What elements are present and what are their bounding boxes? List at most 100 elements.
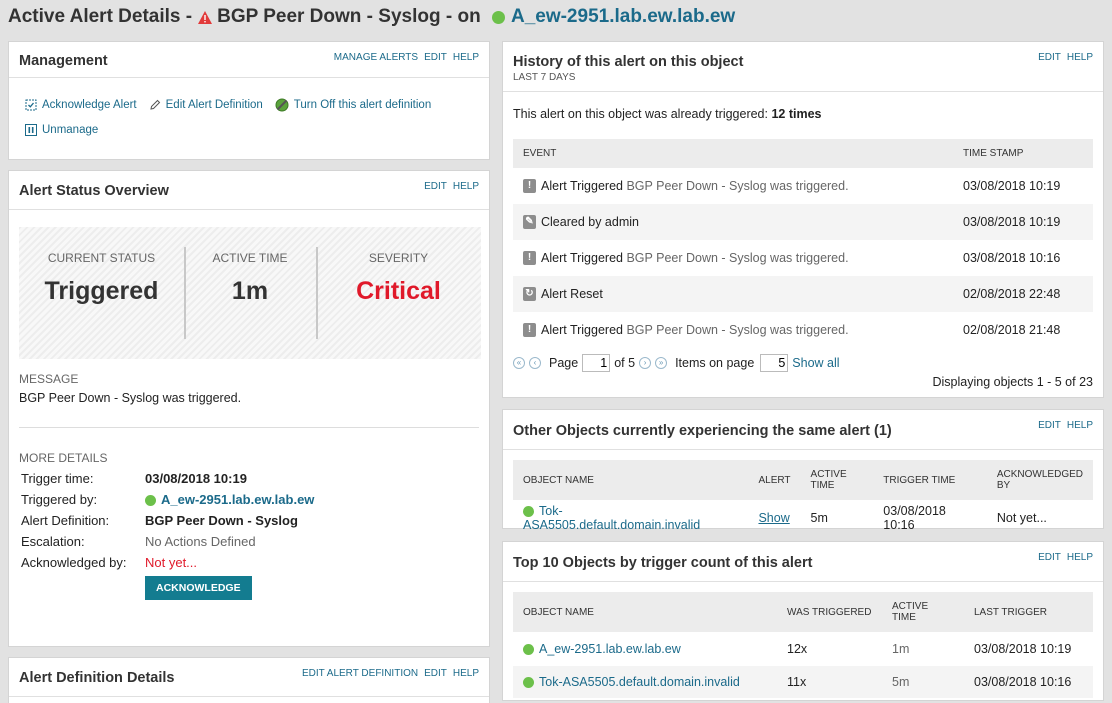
more-details-section: MORE DETAILS Trigger time: 03/08/2018 10:… (19, 451, 314, 603)
history-panel: History of this alert on this object LAS… (502, 41, 1104, 398)
message-section: MESSAGE BGP Peer Down - Syslog was trigg… (19, 372, 242, 405)
warning-icon (198, 10, 213, 24)
pencil-icon (149, 99, 160, 110)
acknowledge-alert-link[interactable]: Acknowledge Alert (25, 99, 137, 111)
top10-panel: Top 10 Objects by trigger count of this … (502, 541, 1104, 701)
edit-alert-definition-link[interactable]: Edit Alert Definition (149, 99, 263, 111)
alert-status-actions: EDIT HELP (418, 181, 479, 192)
history-summary: This alert on this object was already tr… (513, 107, 822, 121)
current-status: CURRENT STATUS Triggered (19, 227, 184, 359)
top10-header: Top 10 Objects by trigger count of this … (503, 542, 1103, 582)
top10-help-link[interactable]: HELP (1067, 552, 1093, 563)
triggered-by-link[interactable]: A_ew-2951.lab.ew.lab.ew (161, 492, 314, 507)
alert-definition-details-panel: Alert Definition Details EDIT ALERT DEFI… (8, 657, 490, 703)
page-title-node-link[interactable]: A_ew-2951.lab.ew.lab.ew (511, 6, 735, 28)
other-objects-help-link[interactable]: HELP (1067, 420, 1093, 431)
status-up-icon (145, 495, 156, 507)
status-up-icon (523, 644, 534, 656)
alert-status-title: Alert Status Overview (19, 183, 169, 199)
alert-triggered-icon: ! (523, 251, 536, 266)
last-page-icon[interactable]: » (655, 357, 668, 369)
alert-definition-details-header: Alert Definition Details EDIT ALERT DEFI… (9, 658, 489, 697)
management-panel: Management MANAGE ALERTS EDIT HELP Acknowl… (8, 41, 490, 160)
object-link[interactable]: Tok-ASA5505.default.domain.invalid (523, 504, 700, 532)
table-row: ↻ Alert Reset 02/08/2018 22:48 (513, 276, 1093, 312)
next-page-icon[interactable]: › (639, 357, 652, 369)
alert-definition-value: BGP Peer Down - Syslog (145, 513, 298, 528)
object-link[interactable]: Tok-ASA5505.default.domain.invalid (539, 675, 740, 689)
top10-table: OBJECT NAME WAS TRIGGERED ACTIVE TIME LA… (513, 592, 1093, 698)
definition-edit-link[interactable]: EDIT (424, 668, 447, 679)
page-title-alert-name: BGP Peer Down - Syslog (217, 6, 441, 27)
alert-status-header: Alert Status Overview EDIT HELP (9, 171, 489, 210)
status-up-icon (523, 677, 534, 689)
management-edit-link[interactable]: EDIT (424, 52, 447, 63)
items-per-page-input[interactable] (760, 354, 789, 372)
history-subtitle: LAST 7 DAYS (513, 72, 576, 83)
divider (19, 427, 479, 428)
table-row: Tok-ASA5505.default.domain.invalid 11x 5… (513, 666, 1093, 698)
acknowledge-icon (25, 99, 37, 111)
alert-triggered-icon: ! (523, 323, 536, 338)
top10-title: Top 10 Objects by trigger count of this … (513, 555, 813, 571)
unmanage-link[interactable]: Unmanage (25, 124, 98, 136)
object-link[interactable]: A_ew-2951.lab.ew.lab.ew (539, 642, 681, 656)
other-objects-table: OBJECT NAME ALERT ACTIVE TIME TRIGGER TI… (513, 460, 1093, 536)
alert-status-panel: Alert Status Overview EDIT HELP CURRENT S… (8, 170, 490, 647)
definition-help-link[interactable]: HELP (453, 668, 479, 679)
edit-alert-definition-action[interactable]: EDIT ALERT DEFINITION (302, 668, 418, 679)
history-pager: « ‹ Page of 5 › » Items on page Show all (513, 354, 840, 372)
turn-off-alert-definition-link[interactable]: Turn Off this alert definition (275, 98, 431, 112)
page-title-prefix: Active Alert Details - (8, 6, 193, 27)
acknowledge-button[interactable]: ACKNOWLEDGE (145, 576, 252, 600)
history-edit-link[interactable]: EDIT (1038, 52, 1061, 63)
other-objects-panel: Other Objects currently experiencing the… (502, 409, 1104, 532)
management-help-link[interactable]: HELP (453, 52, 479, 63)
escalation-value: No Actions Defined (145, 534, 256, 549)
history-table: EVENT TIME STAMP ! Alert Triggered BGP Pee… (513, 139, 1093, 348)
status-summary-box: CURRENT STATUS Triggered ACTIVE TIME 1m … (19, 227, 481, 359)
current-status-value: Triggered (44, 277, 159, 305)
prev-page-icon[interactable]: ‹ (529, 357, 541, 369)
manage-alerts-link[interactable]: MANAGE ALERTS (334, 52, 418, 63)
trigger-time-value: 03/08/2018 10:19 (145, 471, 247, 486)
alert-triggered-icon: ! (523, 179, 536, 194)
table-row: ! Alert Triggered BGP Peer Down - Syslog … (513, 240, 1093, 276)
management-links: Acknowledge Alert Edit Alert Definition … (25, 98, 443, 148)
top10-edit-link[interactable]: EDIT (1038, 552, 1061, 563)
other-objects-edit-link[interactable]: EDIT (1038, 420, 1061, 431)
eraser-icon: ✎ (523, 215, 536, 230)
status-up-icon (523, 506, 534, 518)
table-row: Tok-ASA5505.default.domain.invalid Show … (523, 504, 1047, 532)
active-time-value: 1m (231, 277, 269, 305)
table-row: ✎ Cleared by admin 03/08/2018 10:19 (513, 204, 1093, 240)
trigger-count: 12 times (771, 107, 822, 121)
severity-value: Critical (356, 277, 441, 305)
page-number-input[interactable] (582, 354, 611, 372)
table-row: ! Alert Triggered BGP Peer Down - Syslog … (513, 312, 1093, 348)
first-page-icon[interactable]: « (513, 357, 525, 369)
reset-icon: ↻ (523, 287, 536, 302)
node-status-up-icon (491, 10, 505, 24)
history-header: History of this alert on this object LAS… (503, 42, 1103, 92)
severity: SEVERITY Critical (316, 227, 481, 359)
page-title: Active Alert Details - BGP Peer Down - S… (8, 6, 735, 28)
turn-off-icon (275, 98, 289, 112)
management-header: Management MANAGE ALERTS EDIT HELP (9, 42, 489, 78)
table-row: A_ew-2951.lab.ew.lab.ew 12x 1m 03/08/201… (513, 632, 1093, 666)
history-title: History of this alert on this object (513, 54, 744, 70)
displaying-count: Displaying objects 1 - 5 of 23 (932, 375, 1093, 389)
alert-status-help-link[interactable]: HELP (453, 181, 479, 192)
other-objects-title: Other Objects currently experiencing the… (513, 423, 892, 439)
show-alert-link[interactable]: Show (758, 511, 789, 525)
alert-status-edit-link[interactable]: EDIT (424, 181, 447, 192)
management-actions: MANAGE ALERTS EDIT HELP (328, 52, 479, 63)
show-all-link[interactable]: Show all (792, 356, 839, 370)
acknowledged-by-value: Not yet... (145, 555, 198, 570)
pause-icon (25, 124, 37, 136)
table-row: ! Alert Triggered BGP Peer Down - Syslog … (513, 168, 1093, 204)
message-text: BGP Peer Down - Syslog was triggered. (19, 391, 242, 405)
active-time: ACTIVE TIME 1m (184, 227, 316, 359)
page-title-on: - on (440, 6, 486, 27)
history-help-link[interactable]: HELP (1067, 52, 1093, 63)
